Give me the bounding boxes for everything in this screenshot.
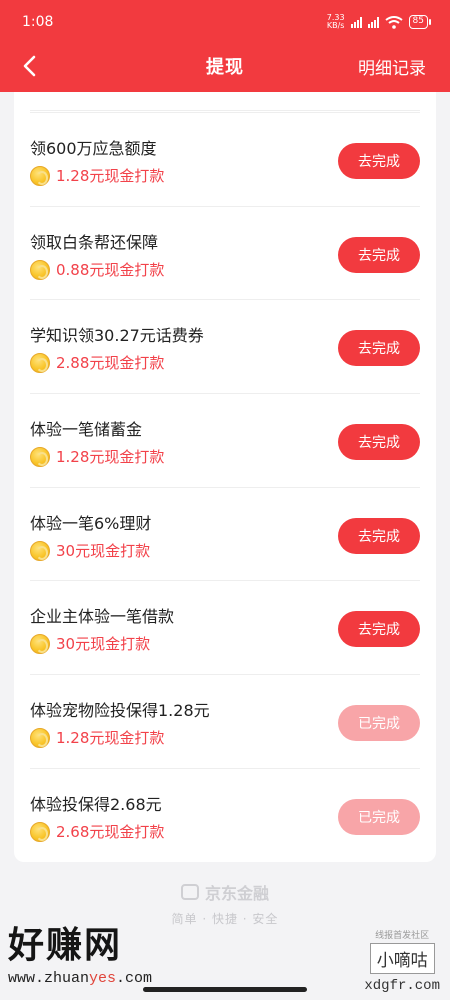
task-title: 体验一笔6%理财	[30, 514, 152, 533]
task-reward: 1.28元现金打款	[30, 727, 164, 748]
task-reward: 1.28元现金打款	[30, 446, 164, 467]
completed-button[interactable]: 已完成	[338, 705, 420, 741]
task-row: 体验一笔储蓄金 1.28元现金打款 去完成	[30, 393, 420, 487]
watermark-url-a: www.zhuan	[8, 970, 90, 987]
status-bar: 1:08 7.33 KB/s 85	[0, 0, 450, 44]
divider	[30, 110, 420, 111]
task-row: 学知识领30.27元话费券 2.88元现金打款 去完成	[30, 299, 420, 393]
task-row: 企业主体验一笔借款 30元现金打款 去完成	[30, 580, 420, 674]
task-title: 体验投保得2.68元	[30, 795, 162, 814]
task-row: 领600万应急额度 1.28元现金打款 去完成	[30, 112, 420, 206]
task-title: 体验宠物险投保得1.28元	[30, 701, 210, 720]
coin-icon	[30, 446, 50, 467]
watermark-left: 好赚网 www.zhuanyes.com	[8, 916, 152, 987]
coin-icon	[30, 259, 50, 280]
brand: 京东金融	[0, 880, 450, 904]
watermark-right: 线报首发社区 小嘀咕 xdgfr.com	[364, 928, 440, 994]
coin-icon	[30, 633, 50, 654]
watermark-small: 线报首发社区	[375, 931, 430, 941]
header-bar: 1:08 7.33 KB/s 85 提现 明细记录	[0, 0, 450, 92]
coin-icon	[30, 165, 50, 186]
wifi-icon	[384, 15, 403, 29]
task-title: 领600万应急额度	[30, 139, 157, 158]
task-title: 学知识领30.27元话费券	[30, 326, 204, 345]
reward-text: 30元现金打款	[56, 635, 151, 653]
task-title: 企业主体验一笔借款	[30, 607, 175, 626]
completed-button[interactable]: 已完成	[338, 799, 420, 835]
home-indicator[interactable]	[143, 987, 307, 992]
task-reward: 2.68元现金打款	[30, 821, 164, 842]
reward-text: 2.68元现金打款	[56, 823, 165, 841]
reward-text: 2.88元现金打款	[56, 354, 165, 372]
watermark-cn: 小嘀咕	[369, 943, 435, 974]
task-row: 领取白条帮还保障 0.88元现金打款 去完成	[30, 206, 420, 300]
coin-icon	[30, 727, 50, 748]
go-complete-button[interactable]: 去完成	[338, 330, 420, 366]
task-reward: 1.28元现金打款	[30, 165, 164, 186]
detail-records-link[interactable]: 明细记录	[358, 54, 426, 79]
brand-name: 京东金融	[204, 884, 269, 903]
watermark-url-c: .com	[116, 970, 153, 987]
reward-text: 1.28元现金打款	[56, 167, 165, 185]
back-button[interactable]	[16, 52, 42, 80]
watermark-title: 好赚网	[8, 924, 123, 965]
reward-text: 0.88元现金打款	[56, 261, 165, 279]
go-complete-button[interactable]: 去完成	[338, 237, 420, 273]
task-row: 体验一笔6%理财 30元现金打款 去完成	[30, 487, 420, 581]
go-complete-button[interactable]: 去完成	[338, 143, 420, 179]
watermark-site: xdgfr.com	[364, 978, 440, 994]
signal-icon-2	[367, 16, 379, 28]
nav-bar: 提现 明细记录	[0, 44, 450, 88]
signal-icon	[350, 16, 362, 28]
reward-text: 30元现金打款	[56, 542, 151, 560]
reward-text: 1.28元现金打款	[56, 729, 165, 747]
task-row: 体验投保得2.68元 2.68元现金打款 已完成	[30, 768, 420, 862]
status-icons: 7.33 KB/s 85	[326, 13, 432, 30]
go-complete-button[interactable]: 去完成	[338, 611, 420, 647]
watermark-url-b: yes	[89, 970, 117, 987]
task-list: 领600万应急额度 1.28元现金打款 去完成 领取白条帮还保障 0.88元现金…	[14, 92, 436, 862]
reward-text: 1.28元现金打款	[56, 448, 165, 466]
go-complete-button[interactable]: 去完成	[338, 518, 420, 554]
task-title: 领取白条帮还保障	[30, 233, 159, 252]
task-reward: 30元现金打款	[30, 633, 150, 654]
network-speed: 7.33 KB/s	[326, 13, 345, 30]
task-reward: 30元现金打款	[30, 540, 150, 561]
status-time: 1:08	[22, 14, 54, 30]
jd-finance-logo-icon	[180, 884, 199, 900]
page-title: 提现	[206, 57, 244, 78]
coin-icon	[30, 540, 50, 561]
go-complete-button[interactable]: 去完成	[338, 424, 420, 460]
task-reward: 2.88元现金打款	[30, 352, 164, 373]
chevron-left-icon	[23, 55, 36, 77]
coin-icon	[30, 821, 50, 842]
task-title: 体验一笔储蓄金	[30, 420, 143, 439]
task-row: 体验宠物险投保得1.28元 1.28元现金打款 已完成	[30, 674, 420, 768]
watermark-url: www.zhuanyes.com	[8, 970, 152, 987]
battery-icon: 85	[408, 15, 432, 29]
task-reward: 0.88元现金打款	[30, 259, 164, 280]
coin-icon	[30, 352, 50, 373]
